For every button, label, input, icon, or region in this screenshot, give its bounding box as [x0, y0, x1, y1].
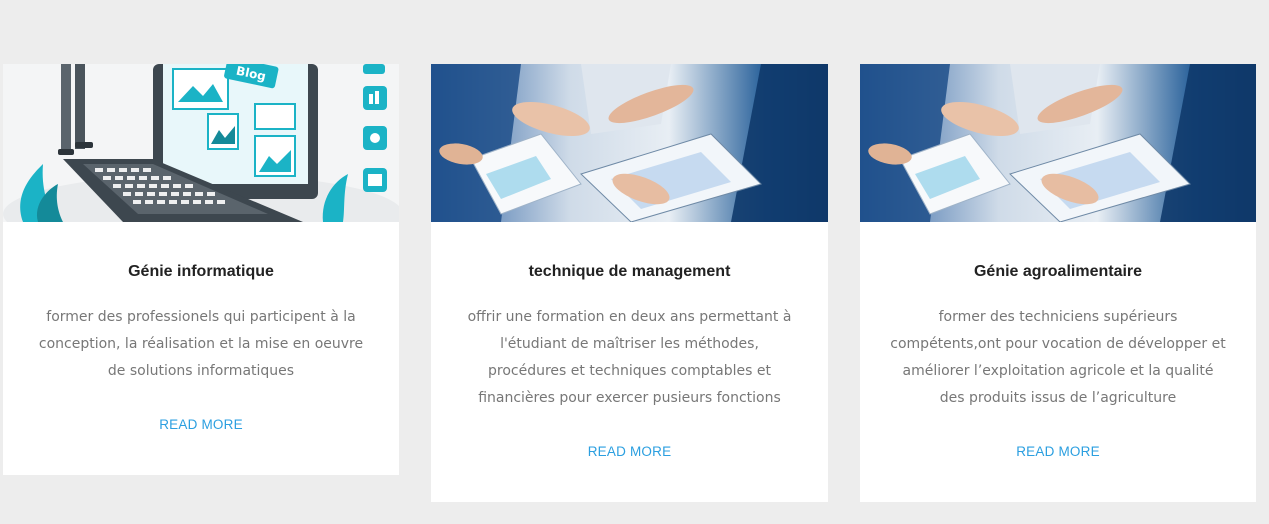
read-more-link[interactable]: READ MORE: [3, 417, 399, 432]
card-image-blog-illustration: Blog: [3, 64, 399, 222]
card-title: Génie agroalimentaire: [973, 263, 1143, 280]
course-card-genie-informatique: Blog Génie informatique former des profe…: [3, 64, 399, 475]
card-title: technique de management: [528, 263, 731, 280]
read-more-link[interactable]: READ MORE: [431, 444, 828, 459]
card-image-business-meeting: [860, 64, 1256, 222]
card-description: former des professionels qui participent…: [38, 309, 364, 379]
card-description: former des techniciens supérieurs compét…: [890, 309, 1226, 406]
card-title: Génie informatique: [128, 263, 274, 280]
business-meeting-photo: [860, 64, 1256, 222]
course-card-genie-agroalimentaire: Génie agroalimentaire former des technic…: [860, 64, 1256, 502]
card-image-business-meeting: [431, 64, 828, 222]
course-card-technique-de-management: technique de management offrir une forma…: [431, 64, 828, 502]
business-meeting-photo: [431, 64, 828, 222]
read-more-link[interactable]: READ MORE: [860, 444, 1256, 459]
blog-laptop-illustration: Blog: [3, 64, 399, 222]
card-description: offrir une formation en deux ans permett…: [467, 309, 792, 406]
